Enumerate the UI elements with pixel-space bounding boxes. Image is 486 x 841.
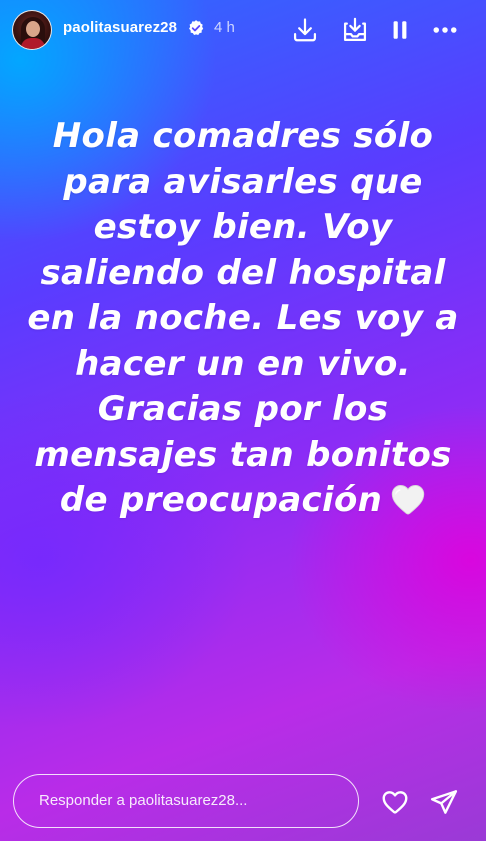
- username[interactable]: paolitasuarez28: [63, 19, 177, 36]
- story-line: mensajes tan bonitos: [34, 434, 452, 475]
- story-line-last: de preocupación: [20, 478, 466, 524]
- story-line: de preocupación: [59, 480, 383, 520]
- story-line: Gracias por los: [97, 389, 389, 429]
- white-heart-emoji-icon: [390, 482, 426, 516]
- reply-input[interactable]: Responder a paolitasuarez28...: [13, 774, 359, 828]
- post-time: 4 h: [214, 19, 235, 36]
- send-icon[interactable]: [428, 786, 460, 818]
- heart-icon[interactable]: [379, 786, 411, 818]
- story-line: hacer un en vivo.: [75, 343, 411, 384]
- story-header: paolitasuarez28 4 h: [0, 0, 486, 60]
- pause-icon[interactable]: [385, 15, 415, 45]
- story-viewer[interactable]: paolitasuarez28 4 h Hola comadres sólo p…: [0, 0, 486, 841]
- reply-placeholder: Responder a paolitasuarez28...: [39, 792, 248, 809]
- verified-badge-icon: [187, 19, 205, 37]
- story-line: saliendo del hospital: [40, 252, 446, 293]
- avatar[interactable]: [12, 10, 52, 50]
- more-icon[interactable]: [430, 15, 460, 45]
- download-icon[interactable]: [290, 15, 320, 45]
- story-line: estoy bien. Voy: [93, 207, 393, 247]
- save-stack-icon[interactable]: [340, 15, 370, 45]
- story-line: para avisarles que: [63, 161, 423, 202]
- story-line: en la noche. Les voy a: [27, 298, 459, 338]
- story-message: Hola comadres sólo para avisarles que es…: [20, 114, 466, 524]
- story-line: Hola comadres sólo: [52, 116, 434, 156]
